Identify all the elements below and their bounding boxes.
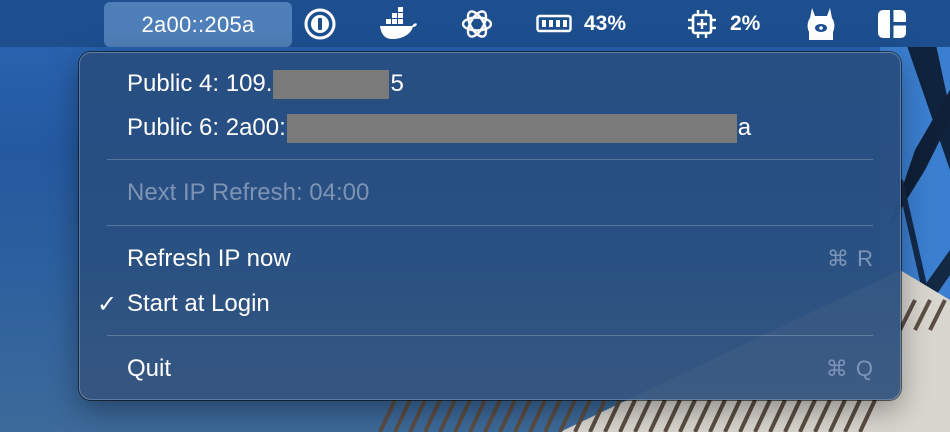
menu-item-quit[interactable]: Quit ⌘ Q [127, 349, 874, 389]
checkmark-icon: ✓ [97, 290, 118, 318]
quit-shortcut: ⌘ Q [825, 356, 874, 381]
quit-label: Quit [127, 355, 172, 382]
public4-prefix: Public 4: 109. [127, 70, 273, 97]
openai-icon[interactable] [460, 0, 494, 47]
ip-dropdown-menu: Public 4: 109. 5 Public 6: 2a00: a Next … [79, 52, 901, 400]
menu-item-start-at-login[interactable]: ✓ Start at Login [97, 284, 874, 324]
ip-status-item[interactable]: 2a00::205a [104, 2, 292, 47]
public6-suffix: a [737, 114, 752, 141]
menu-item-public6[interactable]: Public 6: 2a00: a [127, 108, 874, 148]
cpu-icon [688, 0, 716, 47]
menu-item-refresh-ip[interactable]: Refresh IP now ⌘ R [127, 239, 874, 279]
onepassword-icon[interactable] [303, 0, 337, 47]
menu-bar: 2a00::205a 43% 2% [0, 0, 950, 47]
redaction-bar [286, 113, 737, 143]
layout-icon[interactable] [877, 0, 907, 47]
docker-icon[interactable] [378, 0, 418, 47]
menu-separator [107, 335, 873, 336]
start-at-login-label: Start at Login [127, 290, 270, 317]
ollama-icon[interactable] [806, 0, 836, 47]
memory-percent: 43% [584, 11, 627, 35]
public4-suffix: 5 [390, 70, 404, 97]
menu-item-public4[interactable]: Public 4: 109. 5 [127, 64, 874, 104]
menu-separator [107, 159, 873, 160]
ip-label: 2a00::205a [141, 11, 255, 37]
refresh-shortcut: ⌘ R [827, 246, 874, 271]
redaction-bar [273, 69, 390, 99]
memory-icon [536, 0, 572, 47]
public6-prefix: Public 6: 2a00: [127, 114, 286, 141]
refresh-ip-label: Refresh IP now [127, 245, 291, 272]
menu-separator [107, 225, 873, 226]
next-refresh-label: Next IP Refresh: 04:00 [127, 179, 370, 206]
menu-item-next-refresh: Next IP Refresh: 04:00 [127, 173, 874, 213]
cpu-percent: 2% [730, 11, 761, 35]
